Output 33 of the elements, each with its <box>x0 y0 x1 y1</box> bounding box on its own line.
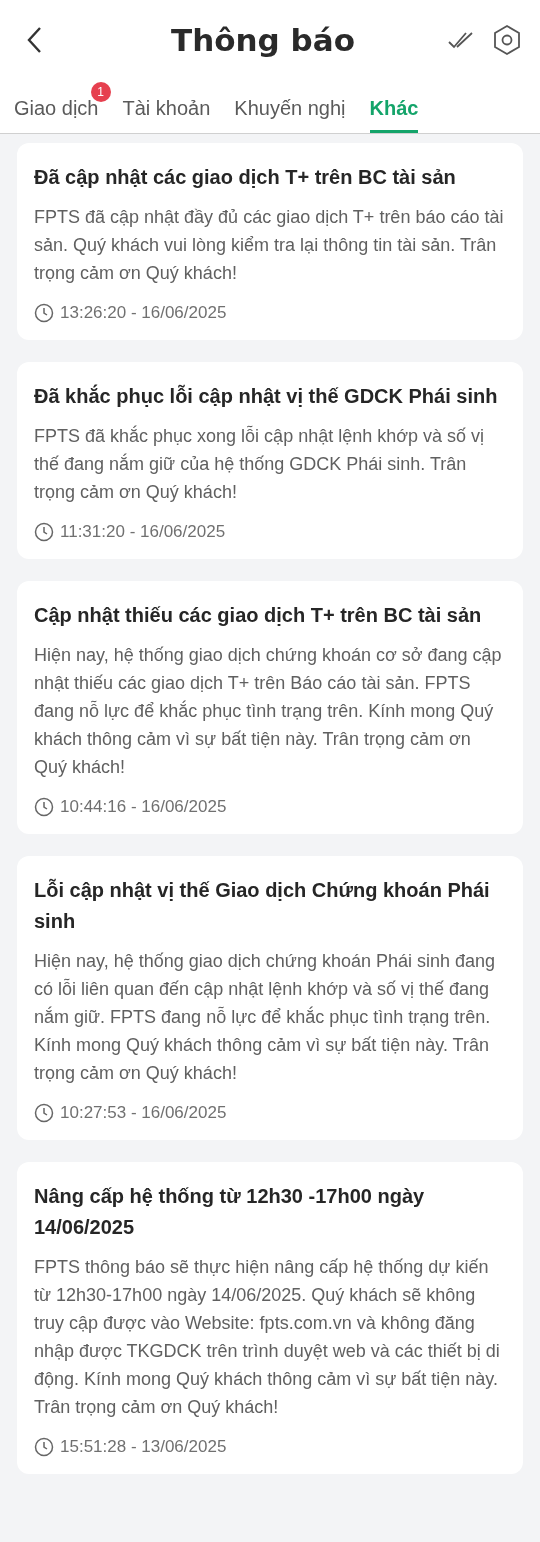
notification-card[interactable]: Đã khắc phục lỗi cập nhật vị thế GDCK Phái sinh FPTS đã khắc phục xong lỗi cập nhật lệnh khớp và số vị thế đang nắm giữ của hệ thống GDCK Phái sinh. Trân trọng cảm ơn Quý khách! 11:31:20 - 16/06/2025 <box>17 362 523 559</box>
notification-title: Lỗi cập nhật vị thế Giao dịch Chứng khoán Phái sinh <box>34 877 491 934</box>
notification-time: 10:44:16 - 16/06/2025 <box>60 797 227 817</box>
clock-icon <box>34 522 54 542</box>
notification-body: FPTS đã cập nhật đầy đủ các giao dịch T+ trên báo cáo tài sản. Quý khách vui lòng kiểm tra lại thông tin tài sản. Trân trọng cảm ơn Quý khách! <box>34 206 505 285</box>
tab[interactable]: Khuyến nghị <box>234 80 346 133</box>
tab[interactable]: Giao dịch 1 <box>14 80 111 133</box>
notification-title: Cập nhật thiếu các giao dịch T+ trên BC tài sản <box>34 603 483 628</box>
notification-card[interactable] <box>17 1162 523 1474</box>
notification-title: Đã khắc phục lỗi cập nhật vị thế GDCK Phái sinh <box>34 383 499 409</box>
notification-body: FPTS thông báo sẽ thực hiện nâng cấp hệ thống dự kiến từ 12h30-17h00 ngày 14/06/2025. Quý khách sẽ không truy cập được vào Website: fpts.com.vn và không đăng nhập được TKGDCK trên trình duyệt web và các thiết bị di động. Kính mong Quý khách thông cảm vì sự bất tiện này. Trân trọng cảm ơn Quý khách! <box>34 1256 501 1419</box>
notification-time: 15:51:28 - 13/06/2025 <box>60 1437 227 1457</box>
notification-time: 11:31:20 - 16/06/2025 <box>60 522 226 542</box>
notification-time: 10:27:53 - 16/06/2025 <box>60 1103 227 1123</box>
clock-icon <box>34 303 54 323</box>
mark-all-read-button[interactable] <box>448 30 474 50</box>
notification-body: FPTS đã khắc phục xong lỗi cập nhật lệnh khớp và số vị thế đang nắm giữ của hệ thống GDCK Phái sinh. Trân trọng cảm ơn Quý khách! <box>34 424 486 504</box>
notification-body: Hiện nay, hệ thống giao dịch chứng khoán Phái sinh đang có lỗi liên quan đến cập nhật lệnh khớp và số vị thế đang nắm giữ. FPTS đang nỗ lực để khắc phục tình trạng trên. Kính mong Quý khách thông cảm vì sự bất tiện này. Trân trọng cảm ơn Quý khách! <box>34 950 497 1085</box>
settings-button[interactable] <box>492 24 522 56</box>
notification-body: Hiện nay, hệ thống giao dịch chứng khoán cơ sở đang cập nhật thiếu các giao dịch T+ trên Báo cáo tài sản. FPTS đang nỗ lực để khắc phục tình trạng trên. Kính mong Quý khách thông cảm vì sự bất tiện này. Trân trọng cảm ơn Quý khách! <box>34 644 503 779</box>
notification-card[interactable] <box>17 143 523 340</box>
page-title: Thông báo <box>170 22 355 58</box>
clock-icon <box>34 1437 54 1457</box>
notification-time: 13:26:20 - 16/06/2025 <box>60 303 227 323</box>
notification-title: Nâng cấp hệ thống từ 12h30 -17h00 ngày 14/06/2025 <box>34 1184 426 1240</box>
notification-card[interactable] <box>17 581 523 834</box>
back-button[interactable] <box>26 26 42 54</box>
tab[interactable]: Tài khoản <box>122 80 211 133</box>
notification-card[interactable] <box>17 856 523 1140</box>
clock-icon <box>34 1103 54 1123</box>
notification-title: Đã cập nhật các giao dịch T+ trên BC tài sản <box>34 165 457 190</box>
clock-icon <box>34 797 54 817</box>
count-badge: 1 <box>90 82 111 102</box>
